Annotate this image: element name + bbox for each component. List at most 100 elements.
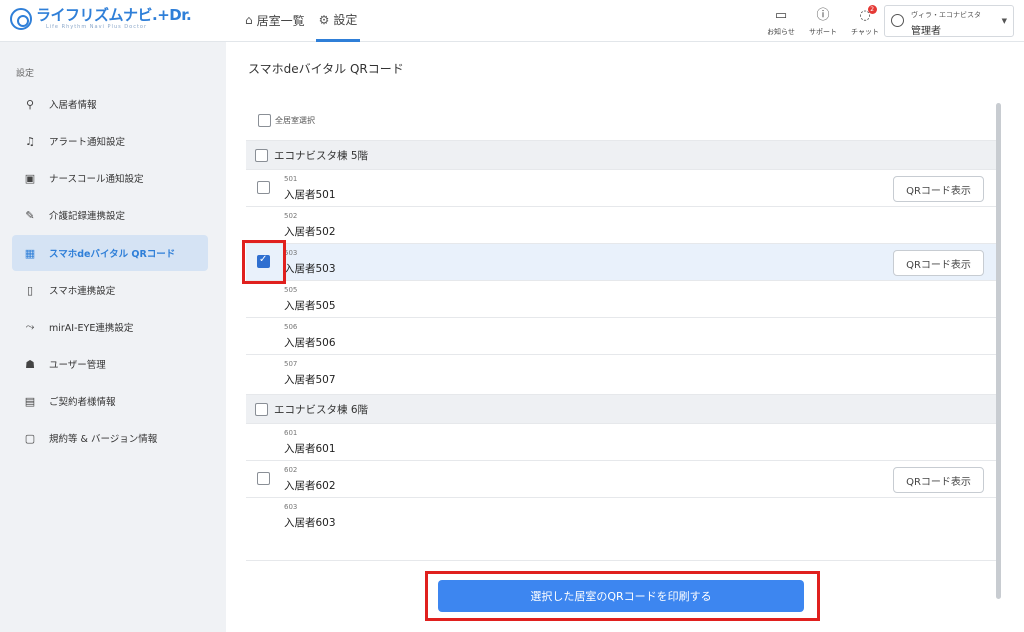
person-gear-icon: ⚲	[25, 97, 35, 111]
room-list-panel: 全居室選択 エコナビスタ棟 5階 501 入居者501 QRコード表示 502 …	[246, 102, 998, 610]
header-icons: ▭ お知らせ ⓘ サポート ◌ 2 チャット	[760, 4, 886, 37]
edit-icon: ✎	[25, 208, 35, 222]
resident-name: 入居者603	[284, 517, 336, 529]
user-org: ヴィラ・エコナビスタ	[911, 11, 981, 19]
resident-name: 入居者503	[284, 263, 336, 275]
help-icon: ⓘ	[816, 8, 830, 23]
nav-settings[interactable]: ⚙ 設定	[315, 0, 361, 42]
scrollbar[interactable]	[996, 103, 1001, 599]
sidebar-item-label: 規約等 & バージョン情報	[49, 434, 158, 445]
room-row: 502 入居者502	[246, 206, 998, 243]
room-row: 501 入居者501 QRコード表示	[246, 169, 998, 206]
select-all-rooms[interactable]: 全居室選択	[258, 114, 315, 127]
room-row: 505 入居者505	[246, 280, 998, 317]
room-checkbox[interactable]	[257, 472, 270, 485]
room-row: 503 入居者503 QRコード表示	[246, 243, 998, 280]
qr-display-button[interactable]: QRコード表示	[893, 250, 984, 276]
nurse-call-icon: ▣	[24, 171, 36, 185]
sidebar-item-qr-code[interactable]: ▦ スマホdeバイタル QRコード	[12, 235, 208, 271]
sidebar-item-alert-settings[interactable]: ♫ アラート通知設定	[12, 123, 208, 159]
sensor-icon: ⤳	[25, 320, 35, 333]
sidebar-item-care-record[interactable]: ✎ 介護記録連携設定	[12, 197, 208, 233]
user-role: 管理者	[911, 26, 941, 37]
room-number: 506	[284, 323, 298, 331]
sidebar-item-label: 介護記録連携設定	[49, 211, 126, 222]
sidebar-item-label: ナースコール通知設定	[49, 174, 144, 185]
building-checkbox[interactable]	[255, 148, 268, 162]
nav-settings-label: 設定	[333, 13, 358, 27]
room-number: 505	[284, 286, 298, 294]
room-number: 501	[284, 175, 298, 183]
building-row: エコナビスタ棟 5階	[246, 140, 998, 169]
user-icon	[891, 14, 904, 27]
user-menu[interactable]: ヴィラ・エコナビスタ 管理者 ▼	[884, 5, 1014, 37]
sidebar-item-smartphone[interactable]: ▯ スマホ連携設定	[12, 272, 208, 308]
chat-icon: ◌ 2	[859, 5, 877, 27]
room-checkbox[interactable]	[257, 181, 270, 194]
resident-name: 入居者502	[284, 226, 336, 238]
sidebar-item-label: アラート通知設定	[49, 137, 126, 148]
home-icon: ⌂	[245, 13, 253, 27]
support-button[interactable]: ⓘ サポート	[802, 4, 844, 37]
building-checkbox[interactable]	[255, 402, 268, 416]
qr-display-button[interactable]: QRコード表示	[893, 176, 984, 202]
app-header: ライフリズムナビ.+Dr. Life Rhythm Navi Plus Doct…	[0, 0, 1024, 42]
top-nav: ⌂ 居室一覧 ⚙ 設定	[242, 0, 368, 42]
resident-name: 入居者501	[284, 189, 336, 201]
sidebar-title: 設定	[16, 69, 35, 79]
sidebar-item-label: スマホ連携設定	[49, 286, 116, 297]
sidebar-item-label: mirAI-EYE連携設定	[49, 323, 134, 334]
resident-name: 入居者506	[284, 337, 336, 349]
nav-room-list[interactable]: ⌂ 居室一覧	[242, 0, 308, 40]
room-row: 601 入居者601	[246, 423, 998, 460]
select-all-label: 全居室選択	[275, 116, 315, 125]
room-row: 603 入居者603	[246, 497, 998, 534]
chat-button[interactable]: ◌ 2 チャット	[844, 4, 886, 37]
nav-room-list-label: 居室一覧	[256, 13, 305, 28]
chat-badge: 2	[867, 5, 877, 14]
support-label: サポート	[809, 28, 837, 36]
logo-subtext: Life Rhythm Navi Plus Doctor	[46, 24, 148, 30]
notice-label: お知らせ	[767, 28, 795, 36]
room-row: 602 入居者602 QRコード表示	[246, 460, 998, 497]
users-icon: ☗	[25, 357, 35, 371]
resident-name: 入居者507	[284, 374, 336, 386]
sidebar-item-label: ユーザー管理	[49, 360, 106, 371]
message-icon: ▭	[774, 8, 788, 23]
room-number: 603	[284, 503, 298, 511]
sidebar-item-resident-info[interactable]: ⚲ 入居者情報	[12, 86, 208, 122]
main-content: スマホdeバイタル QRコード 全居室選択 エコナビスタ棟 5階 501 入居者…	[226, 42, 1024, 632]
logo-text: ライフリズムナビ.+Dr.	[36, 6, 192, 24]
select-all-checkbox[interactable]	[258, 114, 271, 127]
room-number: 507	[284, 360, 298, 368]
sidebar-item-mirai-eye[interactable]: ⤳ mirAI-EYE連携設定	[12, 309, 208, 345]
building-name: エコナビスタ棟 6階	[274, 403, 369, 416]
sidebar-item-terms-version[interactable]: ▢ 規約等 & バージョン情報	[12, 420, 208, 456]
highlight-checkbox	[242, 240, 286, 284]
qr-display-button[interactable]: QRコード表示	[893, 467, 984, 493]
sidebar-item-user-management[interactable]: ☗ ユーザー管理	[12, 346, 208, 382]
gear-icon: ⚙	[318, 12, 330, 27]
chat-label: チャット	[851, 28, 879, 36]
sidebar-item-contract-info[interactable]: ▤ ご契約者様情報	[12, 383, 208, 419]
document-icon: ▢	[24, 431, 36, 445]
sidebar-item-nurse-call[interactable]: ▣ ナースコール通知設定	[12, 160, 208, 196]
sidebar-item-label: スマホdeバイタル QRコード	[49, 249, 176, 260]
notice-button[interactable]: ▭ お知らせ	[760, 4, 802, 37]
page-title: スマホdeバイタル QRコード	[248, 62, 404, 76]
resident-name: 入居者602	[284, 480, 336, 492]
logo-mark-icon	[10, 8, 32, 30]
room-number: 602	[284, 466, 298, 474]
highlight-print-button	[425, 571, 820, 621]
building-name: エコナビスタ棟 5階	[274, 149, 369, 162]
room-number: 502	[284, 212, 298, 220]
room-number: 503	[284, 249, 298, 257]
sidebar-item-label: ご契約者様情報	[49, 397, 116, 408]
room-row: 506 入居者506	[246, 317, 998, 354]
resident-name: 入居者505	[284, 300, 336, 312]
chevron-down-icon: ▼	[1001, 17, 1007, 25]
qr-icon: ▦	[24, 246, 36, 260]
sidebar-item-label: 入居者情報	[49, 100, 97, 111]
app-logo[interactable]: ライフリズムナビ.+Dr. Life Rhythm Navi Plus Doct…	[10, 6, 192, 30]
smartphone-icon: ▯	[26, 283, 34, 297]
